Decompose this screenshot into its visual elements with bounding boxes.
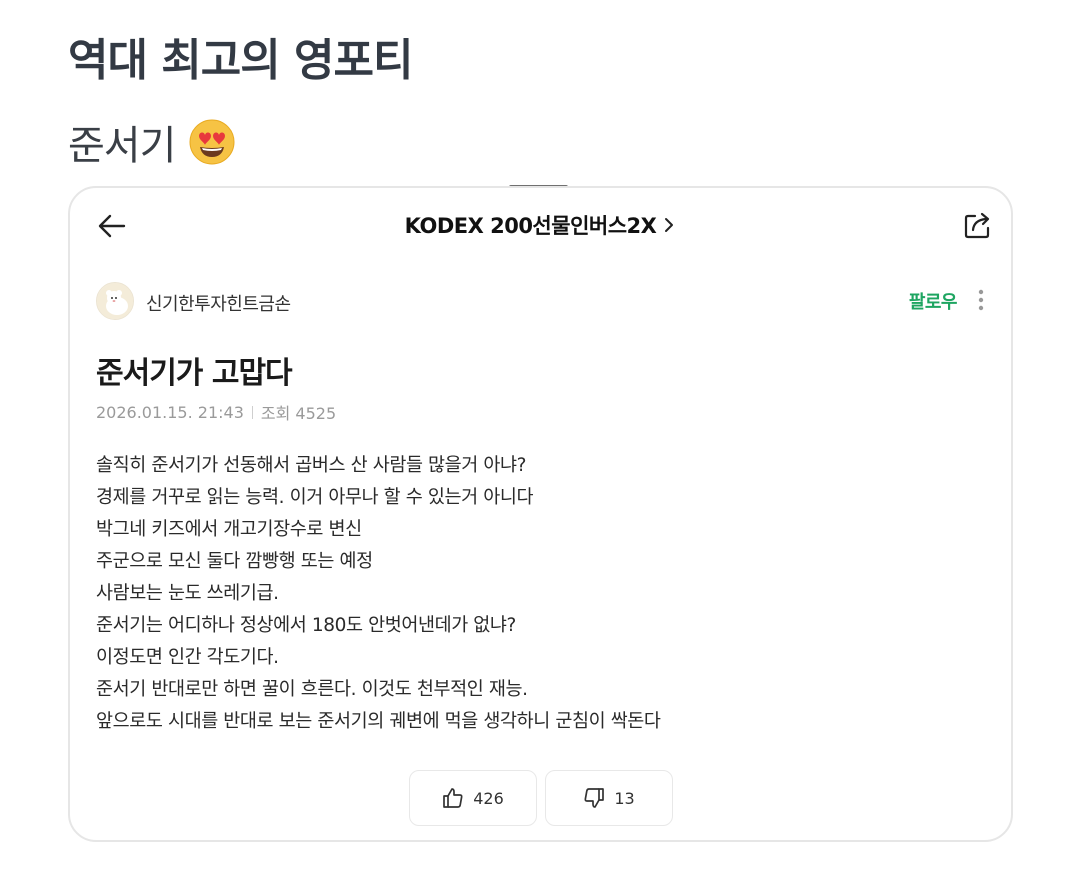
like-count: 426 bbox=[473, 788, 504, 808]
body-line: 준서기 반대로만 하면 꿀이 흐른다. 이것도 천부적인 재능. bbox=[96, 679, 528, 700]
reaction-bar: 426 13 bbox=[70, 770, 1011, 826]
follow-button[interactable]: 팔로우 bbox=[909, 288, 958, 314]
meta-divider bbox=[251, 405, 253, 419]
avatar[interactable] bbox=[96, 282, 134, 320]
thumbs-down-icon bbox=[584, 788, 605, 808]
chevron-right-icon bbox=[665, 218, 674, 232]
dislike-count: 13 bbox=[614, 788, 635, 808]
body-line: 사람보는 눈도 쓰레기급. bbox=[96, 583, 279, 604]
dislike-button[interactable]: 13 bbox=[544, 770, 673, 826]
post-date: 2026.01.15. 21:43 bbox=[96, 402, 244, 422]
stock-title: KODEX 200선물인버스2X bbox=[404, 214, 657, 238]
body-line: 앞으로도 시대를 반대로 보는 준서기의 궤변에 먹을 생각하니 군침이 싹돈다 bbox=[96, 711, 661, 732]
more-vertical-icon[interactable] bbox=[971, 286, 991, 314]
body-line: 주군으로 모신 둘다 깜빵행 또는 예정 bbox=[96, 551, 373, 572]
subtitle: 준서기 bbox=[68, 123, 176, 169]
body-line: 솔직히 준서기가 선동해서 곱버스 산 사람들 많을거 아냐? bbox=[96, 455, 527, 476]
heart-eyes-emoji-icon bbox=[189, 119, 235, 165]
body-line: 준서기는 어디하나 정상에서 180도 안벗어낸데가 없냐? bbox=[96, 615, 516, 636]
post-meta: 2026.01.15. 21:43 조회 4525 bbox=[96, 400, 336, 424]
body-line: 박그네 키즈에서 개고기장수로 변신 bbox=[96, 519, 362, 540]
post-body: 솔직히 준서기가 선동해서 곱버스 산 사람들 많을거 아냐? 경제를 거꾸로 … bbox=[96, 450, 976, 738]
avatar-image bbox=[97, 283, 133, 319]
subtitle-row: 준서기 bbox=[68, 112, 235, 172]
post-views: 조회 4525 bbox=[260, 404, 337, 423]
post-title: 준서기가 고맙다 bbox=[96, 356, 293, 391]
page-title: 역대 최고의 영포티 bbox=[68, 35, 413, 86]
like-button[interactable]: 426 bbox=[408, 770, 537, 826]
post-card: KODEX 200선물인버스2X 신기한투자힌트금손 팔로우 준서기가 고맙다 … bbox=[68, 186, 1013, 842]
body-line: 경제를 거꾸로 읽는 능력. 이거 아무나 할 수 있는거 아니다 bbox=[96, 487, 534, 508]
post-nav-bar: KODEX 200선물인버스2X bbox=[70, 188, 1011, 264]
author-name[interactable]: 신기한투자힌트금손 bbox=[146, 290, 291, 316]
author-row: 신기한투자힌트금손 팔로우 bbox=[96, 282, 991, 322]
share-icon[interactable] bbox=[961, 208, 995, 242]
body-line: 이정도면 인간 각도기다. bbox=[96, 647, 279, 668]
thumbs-up-icon bbox=[443, 788, 463, 808]
stock-title-link[interactable]: KODEX 200선물인버스2X bbox=[70, 210, 1011, 240]
